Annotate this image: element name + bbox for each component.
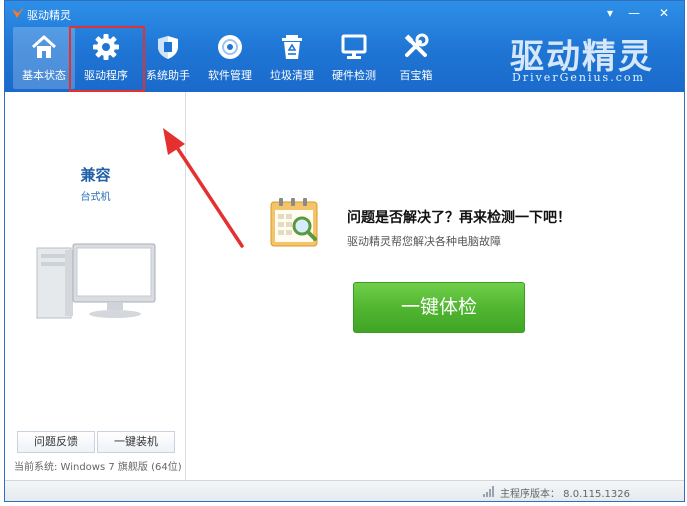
nav-item-system-assistant[interactable]: 系统助手 xyxy=(137,27,199,89)
nav-item-junk-cleanup[interactable]: 垃圾清理 xyxy=(261,27,323,89)
shield-icon xyxy=(158,36,178,59)
app-window: 驱动精灵 ▾ — ✕ 基本状态 驱动程序 系统助手 软件管理 垃圾清理 硬件检测… xyxy=(4,0,685,502)
close-button[interactable]: ✕ xyxy=(655,5,673,21)
feedback-button[interactable]: 问题反馈 xyxy=(17,431,95,453)
monitor-icon xyxy=(341,34,367,59)
annotation-highlight-box xyxy=(69,26,145,92)
sidebar: 兼容 台式机 问题反馈 一键装机 当前系统: Windows 7 旗舰版 (64… xyxy=(5,92,186,480)
window-title: 驱动精灵 xyxy=(27,9,71,22)
home-icon xyxy=(31,35,57,58)
nav-label: 系统助手 xyxy=(146,69,190,82)
nav-item-toolbox[interactable]: 百宝箱 xyxy=(385,27,447,89)
recycle-bin-icon xyxy=(282,35,302,59)
question-heading: 问题是否解决了？再来检测一下吧！ xyxy=(347,210,571,226)
nav-label: 基本状态 xyxy=(22,69,66,82)
nav-label: 垃圾清理 xyxy=(270,69,314,82)
main-panel: 问题是否解决了？再来检测一下吧！ 驱动精灵帮您解决各种电脑故障 一键体检 xyxy=(187,92,684,480)
one-click-install-button[interactable]: 一键装机 xyxy=(97,431,175,453)
brand-subtitle: DriverGenius.com xyxy=(512,71,645,84)
question-subtext: 驱动精灵帮您解决各种电脑故障 xyxy=(347,235,501,248)
tools-icon xyxy=(404,33,429,57)
current-system-info: 当前系统: Windows 7 旗舰版 (64位) xyxy=(14,462,182,473)
compatibility-title: 兼容 xyxy=(80,166,111,184)
status-bar: 主程序版本： 8.0.115.1326 xyxy=(5,480,684,501)
nav-item-hardware-detection[interactable]: 硬件检测 xyxy=(323,27,385,89)
minimize-button[interactable]: — xyxy=(625,5,643,21)
disc-icon xyxy=(218,35,242,59)
calendar-search-icon xyxy=(270,198,318,247)
nav-item-software-management[interactable]: 软件管理 xyxy=(199,27,261,89)
machine-type-label: 台式机 xyxy=(80,192,111,203)
nav-item-basic-status[interactable]: 基本状态 xyxy=(13,27,75,89)
nav-label: 硬件检测 xyxy=(332,69,376,82)
nav-label: 软件管理 xyxy=(208,69,252,82)
app-logo-icon xyxy=(12,7,24,18)
program-version: 主程序版本： 8.0.115.1326 xyxy=(500,489,630,500)
one-click-checkup-button[interactable]: 一键体检 xyxy=(353,282,525,333)
desktop-computer-image xyxy=(36,243,156,319)
menu-dropdown-button[interactable]: ▾ xyxy=(601,5,619,21)
title-bar[interactable]: 驱动精灵 ▾ — ✕ xyxy=(5,1,684,25)
signal-icon xyxy=(483,486,494,497)
brand-logo: 驱动精灵 DriverGenius.com xyxy=(510,29,658,85)
nav-label: 百宝箱 xyxy=(399,69,433,82)
